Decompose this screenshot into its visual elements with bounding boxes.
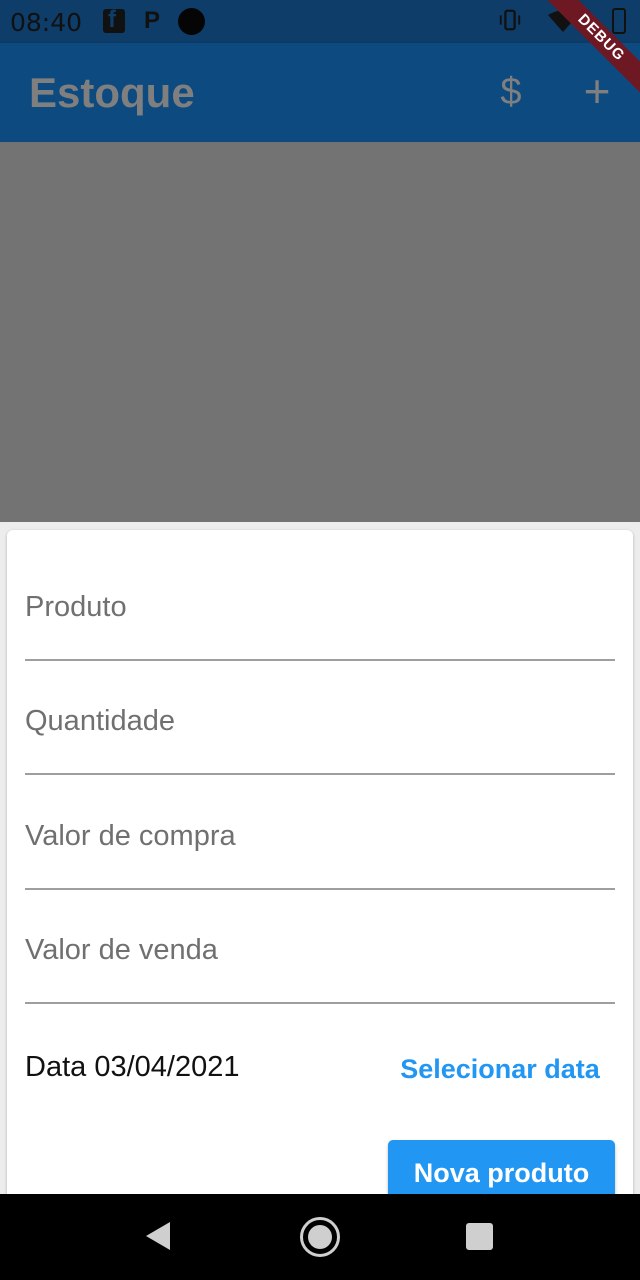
- navigation-bar: [0, 1194, 640, 1280]
- modal-scrim[interactable]: [0, 142, 640, 522]
- dot-icon: [178, 8, 205, 35]
- product-field[interactable]: Produto: [25, 591, 615, 661]
- vibrate-icon: [499, 9, 521, 31]
- select-date-button[interactable]: Selecionar data: [392, 1049, 608, 1089]
- recents-icon[interactable]: [466, 1223, 493, 1250]
- quantity-field[interactable]: Quantidade: [25, 705, 615, 775]
- purchase-price-label: Valor de compra: [25, 820, 236, 852]
- dollar-button[interactable]: $: [490, 69, 532, 115]
- sale-price-label: Valor de venda: [25, 934, 218, 966]
- battery-icon: [612, 8, 626, 34]
- status-time: 08:40: [10, 8, 83, 37]
- wifi-icon: [548, 10, 578, 32]
- back-icon[interactable]: [146, 1222, 170, 1250]
- app-title: Estoque: [29, 69, 195, 116]
- p-icon: P: [144, 7, 161, 34]
- product-label: Produto: [25, 591, 127, 623]
- add-button[interactable]: +: [575, 68, 619, 115]
- purchase-price-field[interactable]: Valor de compra: [25, 820, 615, 890]
- app-bar: Estoque $ +: [0, 43, 640, 142]
- quantity-label: Quantidade: [25, 705, 175, 737]
- status-bar: 08:40 P: [0, 0, 640, 43]
- home-icon[interactable]: [300, 1217, 340, 1257]
- date-label: Data 03/04/2021: [25, 1051, 240, 1083]
- sale-price-field[interactable]: Valor de venda: [25, 934, 615, 1004]
- facebook-icon: [103, 6, 125, 34]
